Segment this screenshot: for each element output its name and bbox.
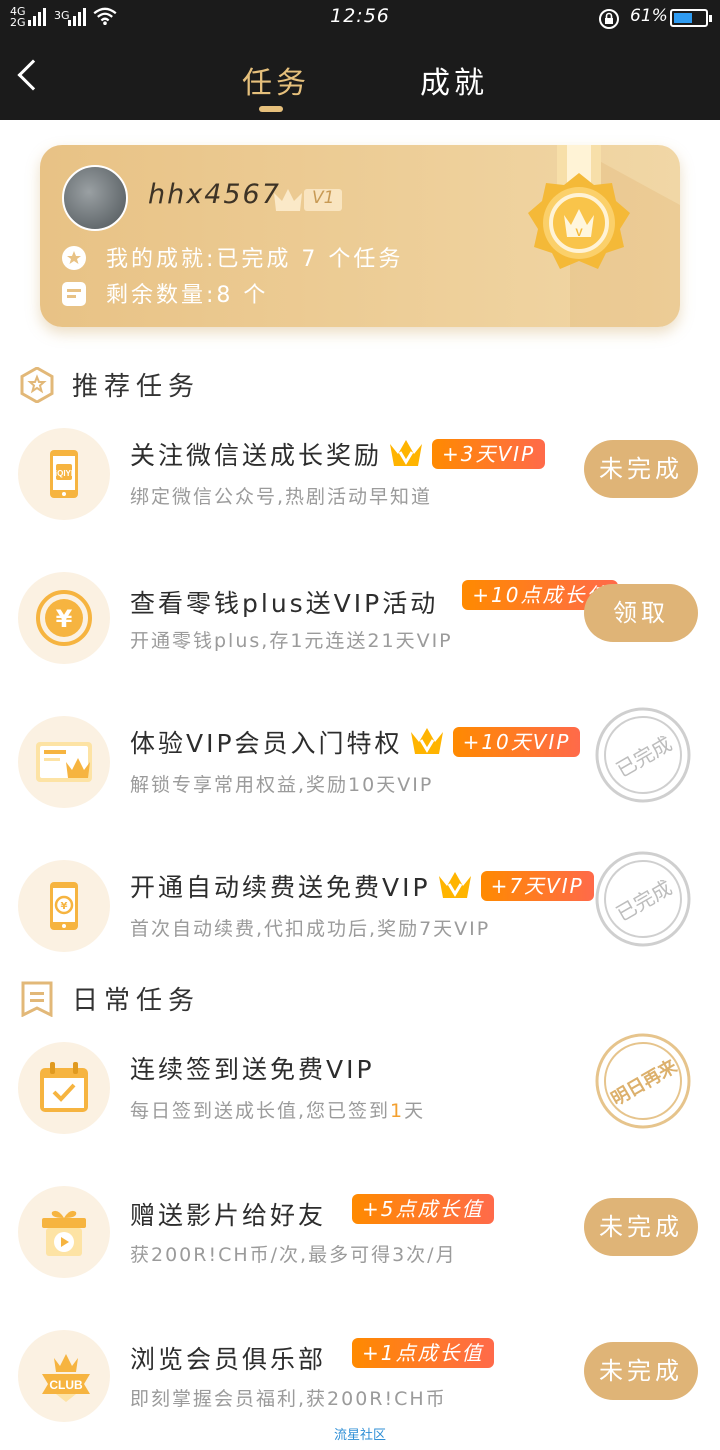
section-recommended: 推荐任务 — [20, 366, 201, 404]
task-desc: 开通零钱plus,存1元连送21天VIP — [130, 630, 453, 652]
task-item: 体验VIP会员入门特权 +10天VIP 解锁专享常用权益,奖励10天VIP 已完成 — [0, 707, 720, 836]
task-title: 体验VIP会员入门特权 +10天VIP — [130, 724, 581, 760]
tab-task[interactable]: 任务 — [242, 58, 310, 102]
task-title-text: 体验VIP会员入门特权 — [130, 729, 403, 758]
task-desc: 绑定微信公众号,热剧活动早知道 — [130, 486, 433, 508]
iqiyi-phone-icon: iQIYI — [18, 428, 110, 520]
club-badge-icon: CLUB — [18, 1330, 110, 1422]
task-desc: 首次自动续费,代扣成功后,奖励7天VIP — [130, 918, 491, 940]
watermark-text: 流星社区 — [333, 1428, 386, 1443]
profile-card: hhx4567 V1 我的成就:已完成 7 个任务 剩余数量:8 个 V — [40, 145, 680, 327]
task-title: 开通自动续费送免费VIP +7天VIP — [130, 868, 594, 904]
task-action-button[interactable]: 未完成 — [584, 1342, 698, 1400]
svg-text:¥: ¥ — [61, 901, 68, 912]
achievement-line: 我的成就:已完成 7 个任务 — [62, 241, 403, 273]
avatar[interactable] — [62, 165, 128, 231]
reward-tag: +7天VIP — [480, 871, 594, 901]
task-title-text: 关注微信送成长奖励 — [130, 441, 383, 470]
hexagon-star-icon — [20, 366, 54, 404]
svg-text:CLUB: CLUB — [49, 1378, 83, 1392]
nav-bar: 任务 成就 — [0, 36, 720, 120]
vip-level-text: V1 — [312, 188, 335, 208]
task-title: 关注微信送成长奖励 +3天VIP — [130, 436, 546, 472]
completed-stamp: 已完成 — [595, 707, 691, 803]
section-daily: 日常任务 — [20, 980, 201, 1018]
task-title: 赠送影片给好友 +5点成长值 — [130, 1194, 494, 1232]
active-tab-indicator — [259, 106, 283, 112]
reward-tag: +5点成长值 — [352, 1194, 494, 1224]
back-arrow-icon[interactable] — [17, 59, 49, 91]
auto-renew-phone-icon: ¥ — [18, 860, 110, 952]
list-icon — [62, 282, 86, 306]
svg-text:V: V — [575, 227, 583, 239]
task-item: ¥ 开通自动续费送免费VIP +7天VIP 首次自动续费,代扣成功后,奖励7天VI… — [0, 851, 720, 980]
remaining-text: 剩余数量:8 个 — [106, 283, 269, 308]
vip-crown-icon — [409, 726, 445, 756]
vip-crown-icon — [388, 438, 424, 468]
task-desc: 解锁专享常用权益,奖励10天VIP — [130, 774, 434, 796]
task-item: iQIYI 关注微信送成长奖励 +3天VIP 绑定微信公众号,热剧活动早知道 未完… — [0, 428, 720, 548]
battery-percent: 61% — [630, 6, 668, 26]
reward-tag: +10天VIP — [452, 727, 581, 757]
vip-card-icon — [18, 716, 110, 808]
signin-days-count: 1 — [390, 1100, 405, 1122]
vip-crown-icon — [437, 870, 473, 900]
username: hhx4567 — [148, 179, 281, 210]
task-desc-text: 每日签到送成长值,您已签到 — [130, 1100, 391, 1122]
gift-play-icon — [18, 1186, 110, 1278]
svg-text:iQIYI: iQIYI — [55, 469, 73, 478]
task-desc: 即刻掌握会员福利,获200R!CH币 — [130, 1388, 447, 1410]
battery-level — [674, 13, 692, 23]
task-title: 浏览会员俱乐部 +1点成长值 — [130, 1338, 494, 1376]
vip-level-badge: V1 — [270, 185, 344, 213]
rotation-lock-icon — [599, 9, 619, 29]
task-title-text: 赠送影片给好友 — [130, 1201, 327, 1230]
bookmark-list-icon — [20, 981, 54, 1018]
yuan-coin-icon: ¥ — [18, 572, 110, 664]
task-desc: 获200R!CH币/次,最多可得3次/月 — [130, 1244, 457, 1266]
star-circle-icon — [62, 246, 86, 270]
reward-tag: +1点成长值 — [352, 1338, 494, 1368]
svg-text:¥: ¥ — [56, 605, 73, 633]
completed-stamp-text: 已完成 — [612, 875, 676, 926]
come-back-tomorrow-text: 明日再来 — [608, 1056, 682, 1111]
task-title: 连续签到送免费VIP — [130, 1055, 375, 1084]
battery-icon — [670, 9, 712, 27]
task-title-text: 开通自动续费送免费VIP — [130, 873, 431, 902]
status-bar: 4G 2G 3G 12:56 61% — [0, 0, 720, 36]
task-desc-suffix: 天 — [404, 1100, 426, 1122]
task-title: 查看零钱plus送VIP活动 +10点成长值 — [130, 580, 619, 620]
task-action-button[interactable]: 未完成 — [584, 1198, 698, 1256]
remaining-line: 剩余数量:8 个 — [62, 277, 268, 309]
section-daily-title: 日常任务 — [72, 986, 201, 1016]
section-recommended-title: 推荐任务 — [72, 372, 201, 402]
come-back-tomorrow-stamp: 明日再来 — [595, 1033, 691, 1129]
task-title-text: 浏览会员俱乐部 — [130, 1345, 327, 1374]
achievement-text: 我的成就:已完成 7 个任务 — [106, 247, 404, 272]
task-action-button[interactable]: 未完成 — [584, 440, 698, 498]
task-desc: 每日签到送成长值,您已签到1天 — [130, 1096, 425, 1123]
task-item: ¥ 查看零钱plus送VIP活动 +10点成长值 开通零钱plus,存1元连送21… — [0, 572, 720, 692]
completed-stamp-text: 已完成 — [612, 731, 676, 782]
completed-stamp: 已完成 — [595, 851, 691, 947]
calendar-check-icon — [18, 1042, 110, 1134]
task-item: 连续签到送免费VIP 每日签到送成长值,您已签到1天 明日再来 — [0, 1033, 720, 1162]
tab-achievement[interactable]: 成就 — [420, 58, 488, 102]
medal-icon: V — [528, 145, 680, 327]
task-action-button[interactable]: 领取 — [584, 584, 698, 642]
task-item: 赠送影片给好友 +5点成长值 获200R!CH币/次,最多可得3次/月 未完成 — [0, 1186, 720, 1306]
reward-tag: +3天VIP — [432, 439, 546, 469]
task-title-text: 查看零钱plus送VIP活动 — [130, 589, 439, 618]
